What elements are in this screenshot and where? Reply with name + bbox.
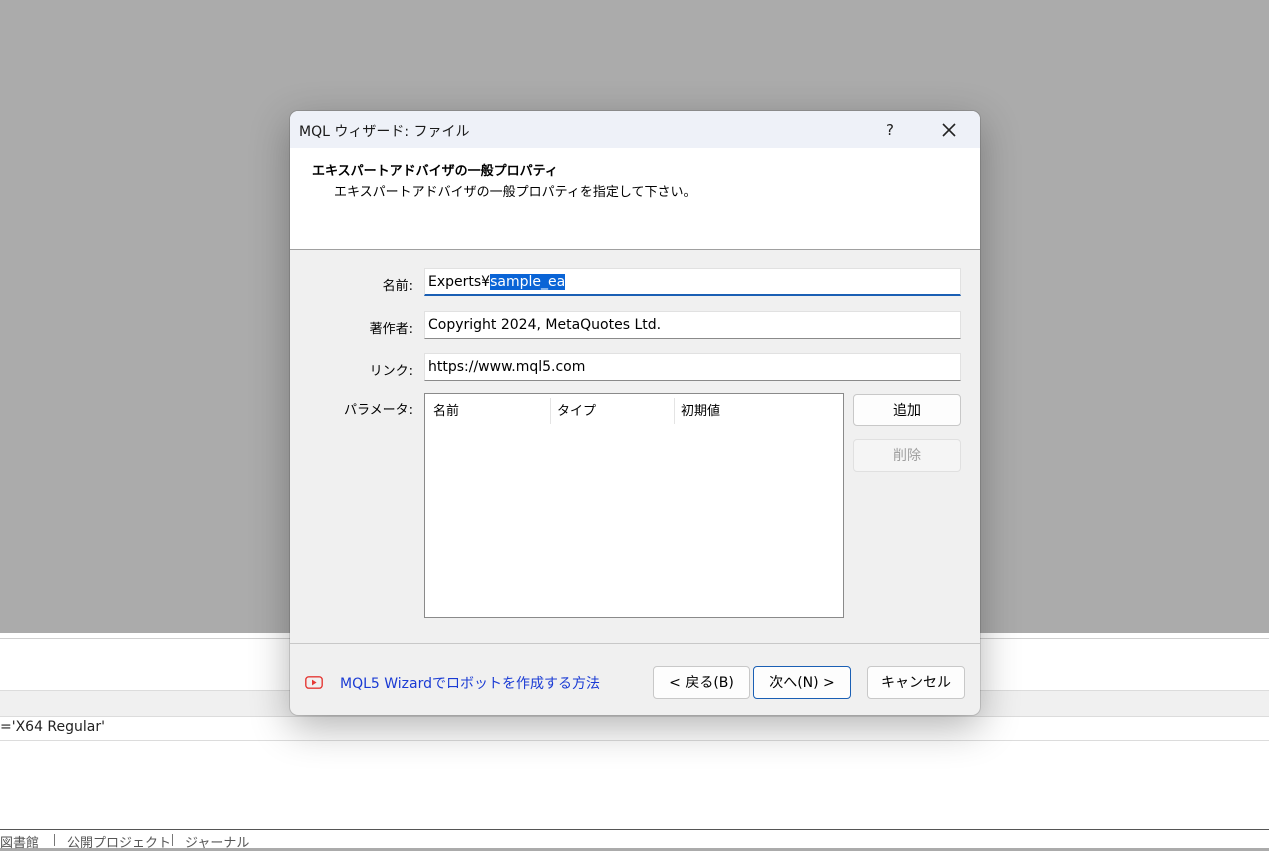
name-prefix: Experts¥	[428, 274, 491, 290]
parameters-table[interactable]: 名前 タイプ 初期値	[424, 393, 844, 618]
tab-library[interactable]: 図書館	[0, 832, 39, 851]
add-parameter-button[interactable]: 追加	[853, 394, 961, 426]
name-selected-text: sample_ea	[490, 274, 566, 290]
column-divider[interactable]	[674, 398, 675, 424]
author-input[interactable]: Copyright 2024, MetaQuotes Ltd.	[424, 311, 961, 339]
link-input[interactable]: https://www.mql5.com	[424, 353, 961, 381]
mql-wizard-dialog: MQL ウィザード: ファイル ? エキスパートアドバイザの一般プロパティ エキ…	[290, 111, 980, 715]
column-divider[interactable]	[550, 398, 551, 424]
author-label: 著作者:	[369, 322, 413, 337]
column-header-default[interactable]: 初期値	[681, 400, 720, 419]
next-button[interactable]: 次へ(N) >	[753, 666, 851, 699]
tab-separator	[54, 834, 55, 846]
tab-journal[interactable]: ジャーナル	[185, 832, 249, 851]
tab-public-projects[interactable]: 公開プロジェクト	[67, 832, 171, 851]
name-label: 名前:	[382, 279, 413, 294]
close-icon	[942, 123, 956, 137]
help-button[interactable]: ?	[875, 117, 905, 143]
name-input[interactable]: Experts¥sample_ea	[424, 268, 961, 296]
close-button[interactable]	[934, 115, 964, 145]
divider	[0, 740, 1269, 741]
footer-divider	[290, 643, 980, 644]
dialog-titlebar[interactable]: MQL ウィザード: ファイル ?	[290, 111, 980, 148]
dialog-header: エキスパートアドバイザの一般プロパティ エキスパートアドバイザの一般プロパティを…	[290, 148, 980, 250]
dialog-title: MQL ウィザード: ファイル	[299, 124, 470, 140]
column-header-name[interactable]: 名前	[433, 400, 459, 419]
cancel-button[interactable]: キャンセル	[867, 666, 965, 699]
tab-separator	[172, 834, 173, 846]
youtube-icon[interactable]	[305, 674, 323, 689]
link-label: リンク:	[369, 364, 413, 379]
delete-parameter-button[interactable]: 削除	[853, 439, 961, 472]
back-button[interactable]: < 戻る(B)	[653, 666, 750, 699]
parameters-label: パラメータ:	[344, 403, 413, 418]
header-title: エキスパートアドバイザの一般プロパティ	[312, 164, 558, 179]
toolbox-tabs: 図書館 公開プロジェクト ジャーナル	[0, 829, 1269, 851]
log-line: ='X64 Regular'	[0, 719, 105, 735]
header-subtitle: エキスパートアドバイザの一般プロパティを指定して下さい。	[334, 185, 697, 200]
wizard-help-link[interactable]: MQL5 Wizardでロボットを作成する方法	[340, 673, 600, 693]
column-header-type[interactable]: タイプ	[557, 400, 596, 419]
